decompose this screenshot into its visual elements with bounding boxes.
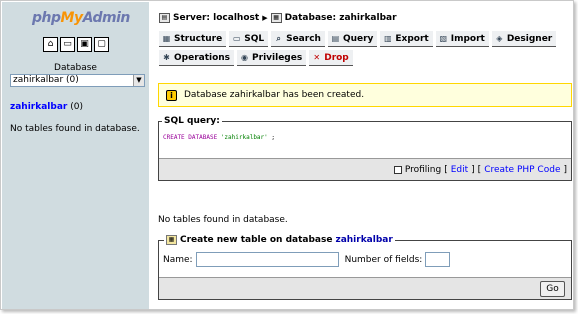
tab-drop[interactable]: ✕ Drop (309, 50, 353, 66)
database-select-value: zahirkalbar (0) (13, 75, 79, 85)
go-button[interactable]: Go (540, 281, 565, 297)
tab-export[interactable]: ▥ Export (380, 31, 433, 47)
table-name-input[interactable] (195, 252, 339, 267)
tab-structure[interactable]: ▦ Structure (159, 31, 227, 47)
nav-icon-bar: ⌂ ▭ ▣ ▢ (43, 37, 109, 52)
tab-sql[interactable]: ▭ SQL (229, 31, 269, 47)
success-notice: i Database zahirkalbar has been created. (158, 83, 572, 107)
tab-bar-row-1: ▦ Structure ▭ SQL ⌕ Search ▤ Query ▥ Export ▧… (159, 31, 557, 47)
main-no-tables-text: No tables found in database. (158, 215, 288, 225)
drop-icon: ✕ (313, 52, 321, 62)
sql-docs-icon[interactable]: ▢ (94, 37, 109, 52)
breadcrumb-database[interactable]: Database: zahirkalbar (285, 13, 397, 23)
number-of-fields-input[interactable] (425, 252, 451, 267)
database-icon: ▦ (270, 13, 282, 23)
nav-database-link[interactable]: zahirkalbar (10, 102, 67, 112)
phpmyadmin-logo[interactable]: phpMyAdmin (32, 10, 130, 26)
profiling-checkbox[interactable] (393, 165, 402, 174)
query-icon: ▤ (331, 33, 340, 43)
tab-query[interactable]: ▤ Query (327, 31, 378, 47)
sql-icon: ▭ (232, 33, 241, 43)
number-of-fields-label: Number of fields: (344, 254, 423, 265)
sql-query-icon[interactable]: ▭ (60, 37, 75, 52)
import-icon: ▧ (439, 33, 448, 43)
nav-database-entry[interactable]: zahirkalbar (0) (10, 102, 83, 112)
edit-link[interactable]: Edit (451, 165, 468, 175)
designer-icon: ◈ (496, 33, 503, 43)
tab-privileges[interactable]: ◉ Privileges (237, 50, 307, 66)
database-label: Database (54, 63, 97, 73)
breadcrumb-separator-icon: ▶ (262, 14, 268, 22)
new-table-icon: ▦ (166, 235, 177, 245)
server-icon: ▤ (159, 13, 170, 23)
structure-icon: ▦ (162, 33, 171, 43)
create-table-form: ▦ Create new table on database zahirkalb… (158, 235, 572, 300)
operations-icon: ✱ (163, 52, 170, 62)
info-icon: i (166, 89, 177, 101)
notice-text: Database zahirkalbar has been created. (184, 90, 365, 100)
database-select[interactable]: zahirkalbar (0) ▼ (10, 74, 145, 87)
tab-bar-row-2: ✱ Operations ◉ Privileges ✕ Drop (159, 50, 353, 66)
tab-designer[interactable]: ◈ Designer (491, 31, 557, 47)
search-icon: ⌕ (276, 33, 281, 43)
create-php-code-link[interactable]: Create PHP Code (484, 165, 560, 175)
tab-operations[interactable]: ✱ Operations (159, 50, 235, 66)
create-table-toolbar: Go (159, 277, 571, 299)
main-frame: ▤ Server: localhost ▶ ▦ Database: zahirk… (151, 2, 574, 309)
breadcrumb: ▤ Server: localhost ▶ ▦ Database: zahirk… (159, 13, 397, 23)
create-table-fields: Name: Number of fields: (163, 252, 451, 267)
nav-database-count: (0) (70, 102, 83, 112)
breadcrumb-server[interactable]: Server: localhost (173, 13, 259, 23)
sql-query-box: SQL query: CREATE DATABASE 'zahirkalbar'… (158, 116, 572, 181)
sql-query-toolbar: Profiling [Edit] [Create PHP Code] (159, 158, 571, 180)
window-frame: phpMyAdmin ⌂ ▭ ▣ ▢ Database zahirkalbar … (0, 0, 574, 310)
nav-no-tables-text: No tables found in database. (10, 124, 140, 134)
name-label: Name: (163, 254, 193, 265)
navigation-frame: phpMyAdmin ⌂ ▭ ▣ ▢ Database zahirkalbar … (2, 2, 149, 309)
privileges-icon: ◉ (241, 52, 249, 62)
documentation-icon[interactable]: ▣ (77, 37, 92, 52)
tab-search[interactable]: ⌕ Search (271, 31, 325, 47)
sql-query-code: CREATE DATABASE 'zahirkalbar' ; (163, 134, 276, 141)
tab-import[interactable]: ▧ Import (435, 31, 489, 47)
create-table-legend: ▦ Create new table on database zahirkalb… (164, 235, 395, 245)
sql-query-legend: SQL query: (162, 116, 222, 126)
export-icon: ▥ (384, 33, 392, 43)
home-icon[interactable]: ⌂ (43, 37, 58, 52)
profiling-label: Profiling (404, 164, 442, 175)
chevron-down-icon[interactable]: ▼ (133, 75, 144, 86)
